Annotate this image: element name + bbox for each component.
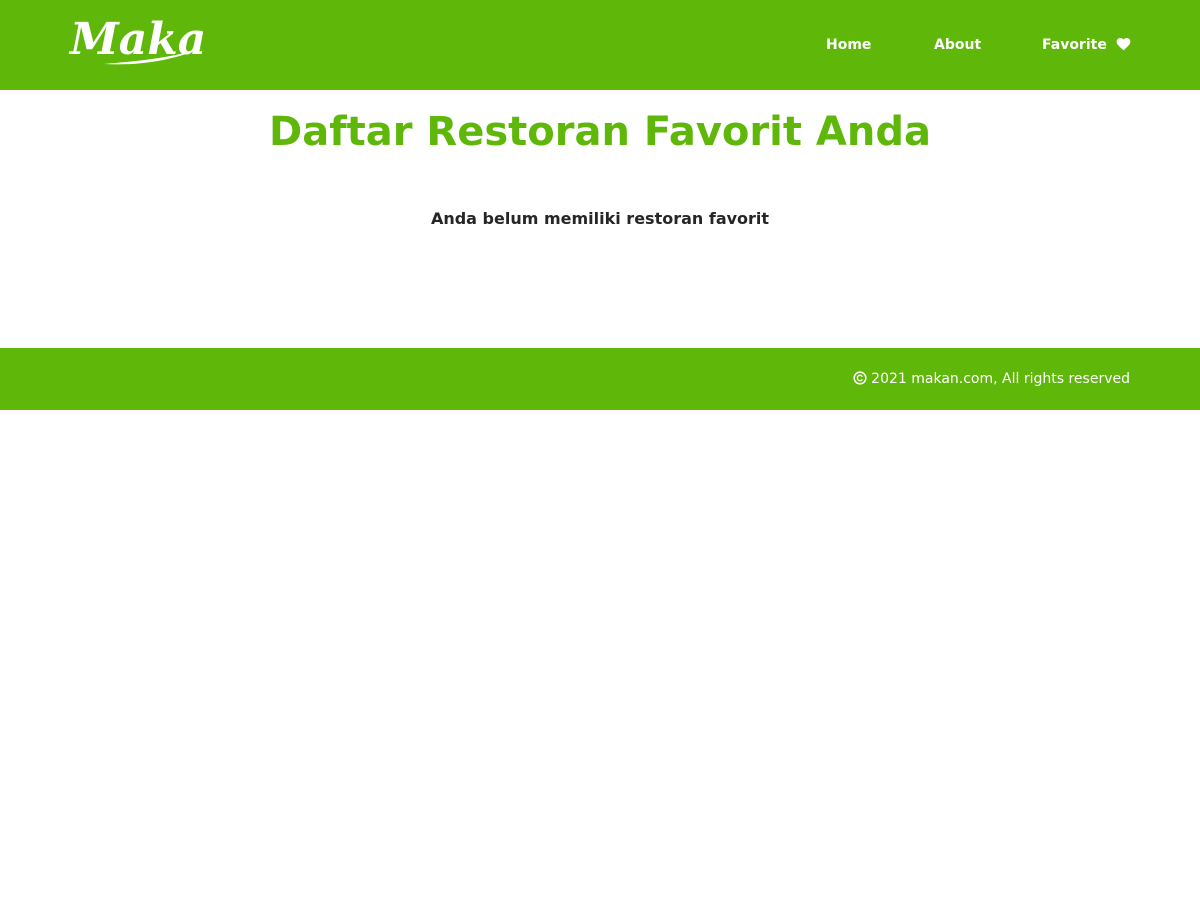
heart-icon (1116, 38, 1131, 51)
main-navigation: Home About Favorite (0, 0, 1200, 90)
site-header: Makan Home About Favorite (0, 0, 1200, 90)
nav-favorite-link[interactable]: Favorite (1042, 35, 1131, 55)
footer-copyright: 2021 makan.com, All rights reserved (853, 369, 1130, 389)
empty-favorites-message: Anda belum memiliki restoran favorit (430, 209, 770, 228)
nav-favorite-label: Favorite (1042, 37, 1107, 53)
copyright-icon (853, 371, 867, 385)
main-content: Daftar Restoran Favorit Anda Anda belum … (0, 90, 1200, 348)
page-title: Daftar Restoran Favorit Anda (269, 109, 931, 155)
site-footer: 2021 makan.com, All rights reserved (0, 348, 1200, 410)
footer-copyright-text: 2021 makan.com, All rights reserved (871, 371, 1130, 387)
nav-home-link[interactable]: Home (826, 35, 871, 55)
nav-about-link[interactable]: About (934, 35, 981, 55)
